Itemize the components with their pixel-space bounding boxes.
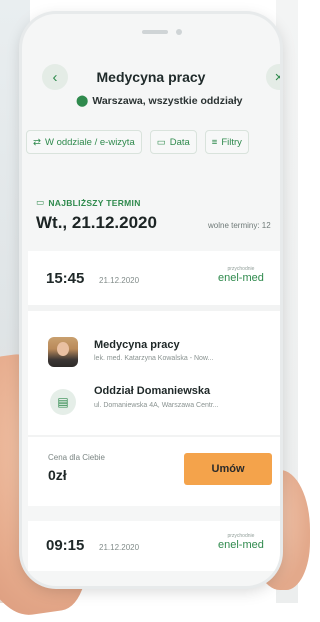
nearest-term-label: ▭ NAJBLIŻSZY TERMIN	[36, 197, 141, 208]
filter-date-label: Data	[169, 136, 190, 148]
filter-icon: ≡	[211, 136, 218, 148]
card-divider	[28, 305, 280, 311]
card-divider	[28, 435, 280, 437]
brand-logo: przychodnie enel-med	[218, 267, 264, 284]
page-title: Medycyna pracy	[96, 69, 206, 85]
price-label: Cena dla Ciebie	[48, 453, 105, 462]
branch-address: ul. Domaniewska 4A, Warszawa Centr...	[94, 402, 219, 409]
price-value: 0zł	[48, 467, 67, 483]
filter-bar: ⇄ W oddziale / e-wizyta ▭ Data ≡ Filtry	[26, 130, 249, 154]
brand-logo-text: enel-med	[218, 539, 264, 551]
book-button[interactable]: Umów	[184, 453, 272, 485]
slot-card[interactable]: 15:45 21.12.2020 przychodnie enel-med Me…	[28, 251, 280, 506]
branch-title: Oddział Domaniewska	[94, 385, 211, 397]
brand-logo-text: enel-med	[218, 272, 264, 284]
filter-more-label: Filtry	[221, 136, 242, 148]
front-camera	[176, 29, 182, 35]
slot-time: 15:45	[46, 270, 85, 287]
location-pin-icon: ⬤	[76, 95, 89, 107]
nearest-term-text: NAJBLIŻSZY TERMIN	[48, 197, 141, 208]
location-label: Warszawa, wszystkie oddziały	[92, 94, 243, 107]
slot-date: 21.12.2020	[99, 276, 140, 285]
phone-screen: ‹ Medycyna pracy × ⬤ Warszawa, wszystkie…	[22, 14, 280, 586]
doctor-face	[57, 342, 69, 356]
close-button[interactable]: ×	[266, 64, 280, 90]
brand-logo: przychodnie enel-med	[218, 534, 264, 551]
close-icon: ×	[274, 68, 280, 86]
slot-time: 09:15	[46, 537, 85, 554]
free-slots-count: wolne terminy: 12	[208, 221, 271, 230]
location-selector[interactable]: ⬤ Warszawa, wszystkie oddziały	[76, 94, 243, 108]
filter-visit-type[interactable]: ⇄ W oddziale / e-wizyta	[26, 130, 142, 154]
filter-date[interactable]: ▭ Data	[149, 130, 197, 154]
filter-more[interactable]: ≡ Filtry	[204, 130, 249, 154]
calendar-icon: ▭	[156, 136, 166, 148]
doctor-avatar	[48, 337, 78, 367]
slot-date: 21.12.2020	[99, 543, 140, 552]
service-title: Medycyna pracy	[94, 339, 180, 351]
speaker-grill	[142, 30, 168, 34]
building-icon: ▤	[50, 389, 76, 415]
doctor-name: lek. med. Katarzyna Kowalska - Now...	[94, 355, 214, 362]
calendar-icon: ▭	[36, 197, 45, 207]
filter-visit-type-label: W oddziale / e-wizyta	[44, 136, 135, 148]
slot-card[interactable]: 09:15 21.12.2020 przychodnie enel-med	[28, 521, 280, 571]
visit-type-icon: ⇄	[33, 136, 41, 148]
nearest-date: Wt., 21.12.2020	[36, 213, 157, 232]
